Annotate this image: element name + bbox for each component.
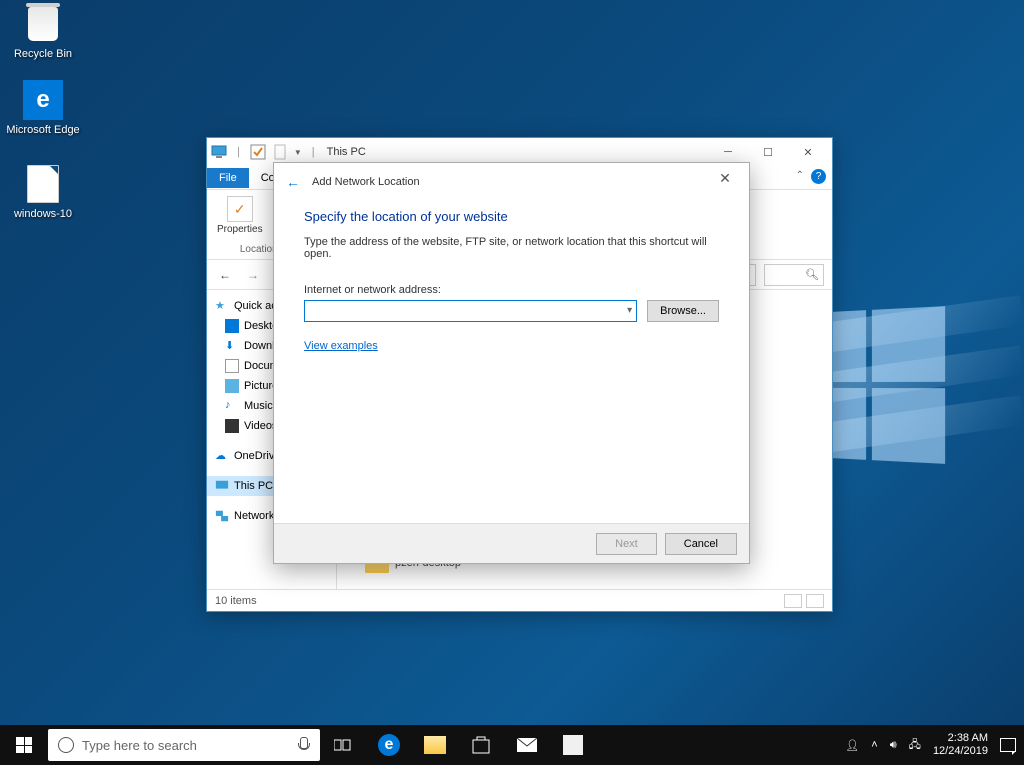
desktop-icon-label: Microsoft Edge [6,124,80,136]
tray-chevron-up[interactable]: ˄ [871,739,877,751]
document-icon [225,359,239,373]
edge-icon: e [378,734,400,756]
cloud-icon: ☁ [215,449,229,463]
desktop-icon-file[interactable]: windows-10 [6,164,80,220]
windows-icon [16,737,32,753]
cortana-icon [58,737,74,753]
people-icon[interactable]: 👤︎ [845,739,859,752]
desktop-icon-edge[interactable]: e Microsoft Edge [6,80,80,136]
close-button[interactable]: ✕ [788,140,828,164]
chevron-down-icon[interactable]: ▼ [294,148,302,157]
search-icon: 🔍︎ [805,268,819,281]
music-icon: ♪ [225,399,239,413]
taskbar-edge[interactable]: e [366,725,412,765]
recycle-bin-icon [28,7,58,41]
nav-forward-button[interactable]: → [243,265,263,285]
desktop-icon-recycle-bin[interactable]: Recycle Bin [6,4,80,60]
dialog-description: Type the address of the website, FTP sit… [304,236,719,260]
chevron-down-icon[interactable]: ▾ [627,305,632,316]
ribbon-properties[interactable]: ✓ Properties [211,194,269,237]
system-tray: 👤︎ ˄ 🔊︎ 🖧︎ 2:38 AM 12/24/2019 [837,732,1024,758]
network-tray-icon[interactable]: 🖧︎ [909,736,921,755]
start-button[interactable] [0,725,48,765]
taskbar-app[interactable] [550,725,596,765]
view-details-button[interactable] [784,594,802,608]
pictures-icon [225,379,239,393]
view-examples-link[interactable]: View examples [304,340,378,352]
clock-time: 2:38 AM [933,732,988,745]
taskbar-store[interactable] [458,725,504,765]
next-button: Next [596,533,657,555]
address-label: Internet or network address: [304,284,719,296]
video-icon [225,419,239,433]
task-view-button[interactable] [320,725,366,765]
search-placeholder: Type here to search [82,738,197,753]
file-icon [27,165,59,203]
taskbar-mail[interactable] [504,725,550,765]
search-box[interactable]: 🔍︎ [764,264,824,286]
microphone-icon[interactable] [296,737,310,753]
network-icon [215,509,229,523]
tab-file[interactable]: File [207,168,249,188]
taskbar: Type here to search e 👤︎ ˄ 🔊︎ 🖧︎ 2:38 AM… [0,725,1024,765]
clock-date: 12/24/2019 [933,745,988,758]
folder-icon [424,736,446,754]
desktop-icon-label: windows-10 [6,208,80,220]
app-icon [563,735,583,755]
dialog-title: Add Network Location [312,176,701,188]
folder-icon [225,319,239,333]
volume-icon[interactable]: 🔊︎ [890,739,897,752]
star-icon: ★ [215,299,229,313]
separator: | [312,146,315,158]
separator: | [237,146,240,158]
pc-icon [211,144,227,160]
edge-icon: e [23,80,63,120]
store-icon [471,736,491,754]
help-icon[interactable]: ? [811,169,826,184]
dialog-footer: Next Cancel [274,523,749,563]
task-view-icon [334,738,352,752]
back-button[interactable]: ← [286,174,300,190]
taskbar-file-explorer[interactable] [412,725,458,765]
checkbox-icon [250,144,266,160]
mail-icon [517,738,537,752]
view-icons-button[interactable] [806,594,824,608]
page-icon [272,144,288,160]
dialog-body: Specify the location of your website Typ… [274,201,749,523]
minimize-button[interactable]: ─ [708,140,748,164]
status-bar: 10 items [207,589,832,611]
close-button[interactable]: ✕ [713,170,737,194]
dialog-header: ← Add Network Location ✕ [274,163,749,201]
cancel-button[interactable]: Cancel [665,533,737,555]
taskbar-clock[interactable]: 2:38 AM 12/24/2019 [933,732,988,758]
status-items: 10 items [215,595,257,607]
taskbar-search[interactable]: Type here to search [48,729,320,761]
chevron-up-icon[interactable]: ⌃ [796,170,804,181]
maximize-button[interactable]: ☐ [748,140,788,164]
action-center-icon[interactable] [1000,738,1016,752]
dialog-heading: Specify the location of your website [304,209,719,224]
add-network-location-dialog: ← Add Network Location ✕ Specify the loc… [273,162,750,564]
desktop-icon-label: Recycle Bin [6,48,80,60]
browse-button[interactable]: Browse... [647,300,719,322]
window-title: This PC [327,146,708,158]
nav-back-button[interactable]: ← [215,265,235,285]
address-input[interactable]: ▾ [304,300,637,322]
checkmark-icon: ✓ [227,196,253,222]
pc-icon [215,479,229,493]
download-icon: ⬇ [225,339,239,353]
